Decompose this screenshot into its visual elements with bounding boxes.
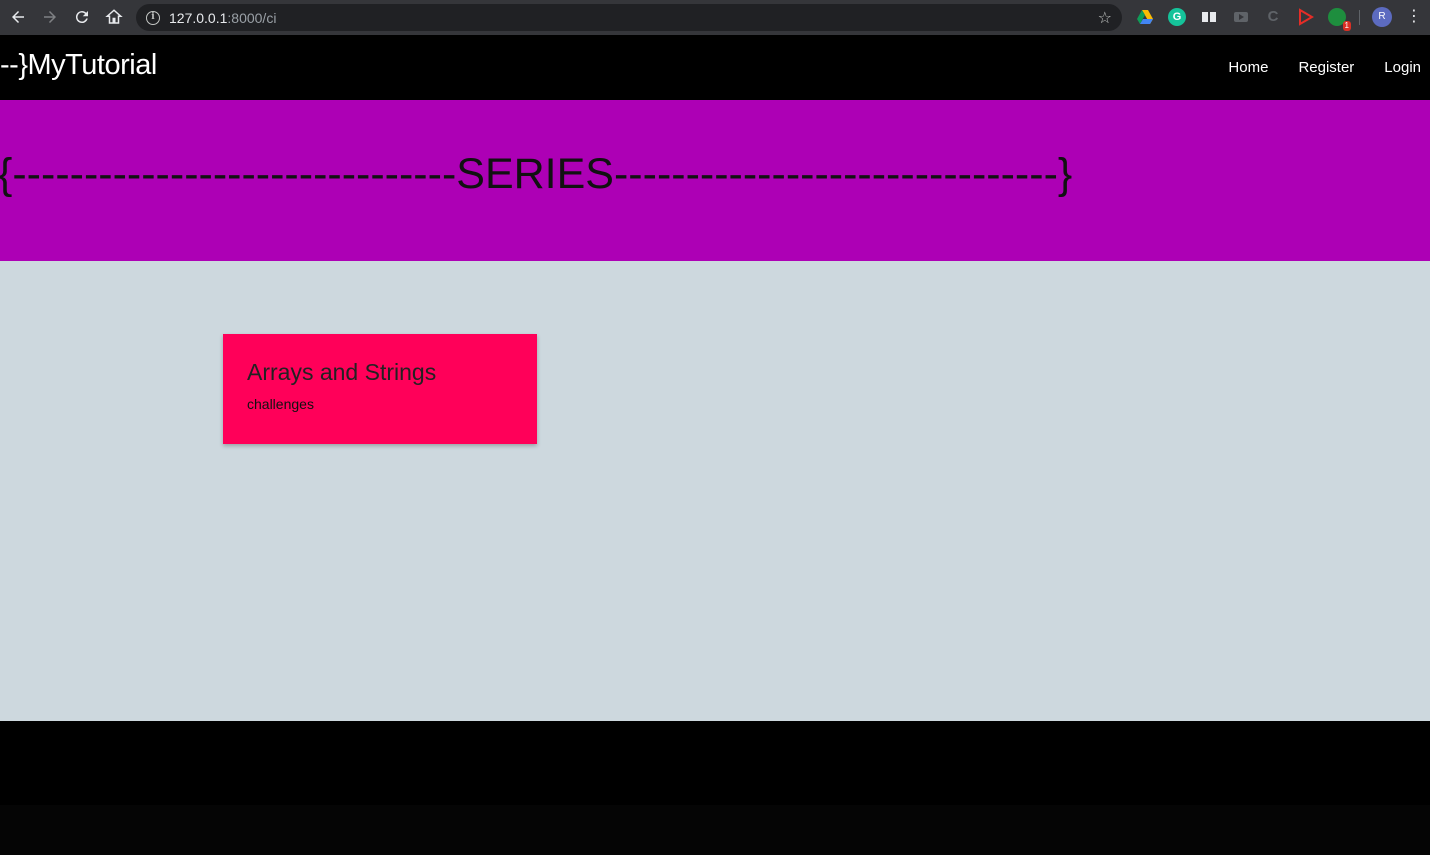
bookmark-star-icon[interactable]: ☆ [1098, 8, 1112, 28]
bottom-strip [0, 805, 1430, 855]
nav-link-login[interactable]: Login [1384, 59, 1421, 76]
video-icon[interactable] [1232, 8, 1250, 26]
hero-title: {-------------------------------SERIES--… [0, 150, 1073, 198]
more-menu-icon[interactable]: ⋮ [1406, 6, 1422, 28]
series-card[interactable]: Arrays and Strings challenges [223, 334, 537, 444]
forward-icon[interactable] [34, 1, 66, 33]
address-bar[interactable]: i 127.0.0.1:8000/ci ☆ [136, 4, 1122, 31]
nav-links: Home Register Login [1228, 59, 1430, 76]
google-drive-icon[interactable] [1136, 8, 1154, 26]
extension-badge: 1 [1342, 21, 1351, 31]
profile-avatar[interactable]: R [1372, 7, 1392, 27]
extension-green-icon[interactable]: 1 [1328, 8, 1351, 31]
grammarly-icon[interactable]: G [1168, 8, 1186, 26]
url-host: 127.0.0.1 [169, 9, 228, 26]
browser-toolbar: i 127.0.0.1:8000/ci ☆ G C 1 R ⋮ [0, 0, 1430, 35]
play-extension-icon[interactable] [1296, 8, 1314, 26]
card-subtitle: challenges [247, 396, 314, 412]
card-title: Arrays and Strings [247, 359, 437, 385]
reload-icon[interactable] [66, 1, 98, 33]
reader-icon[interactable] [1200, 8, 1218, 26]
hero-banner: {-------------------------------SERIES--… [0, 100, 1430, 261]
url-path: :8000/ci [227, 9, 277, 26]
content-area: Arrays and Strings challenges [0, 261, 1430, 721]
toolbar-divider [1359, 10, 1360, 25]
site-brand[interactable]: --}MyTutorial [0, 49, 157, 82]
nav-link-home[interactable]: Home [1228, 59, 1268, 76]
home-icon[interactable] [98, 1, 130, 33]
site-navbar: --}MyTutorial Home Register Login [0, 35, 1430, 100]
nav-link-register[interactable]: Register [1298, 59, 1354, 76]
info-icon[interactable]: i [146, 10, 160, 25]
footer [0, 721, 1430, 805]
back-icon[interactable] [2, 1, 34, 33]
extension-c-icon[interactable]: C [1264, 8, 1282, 26]
